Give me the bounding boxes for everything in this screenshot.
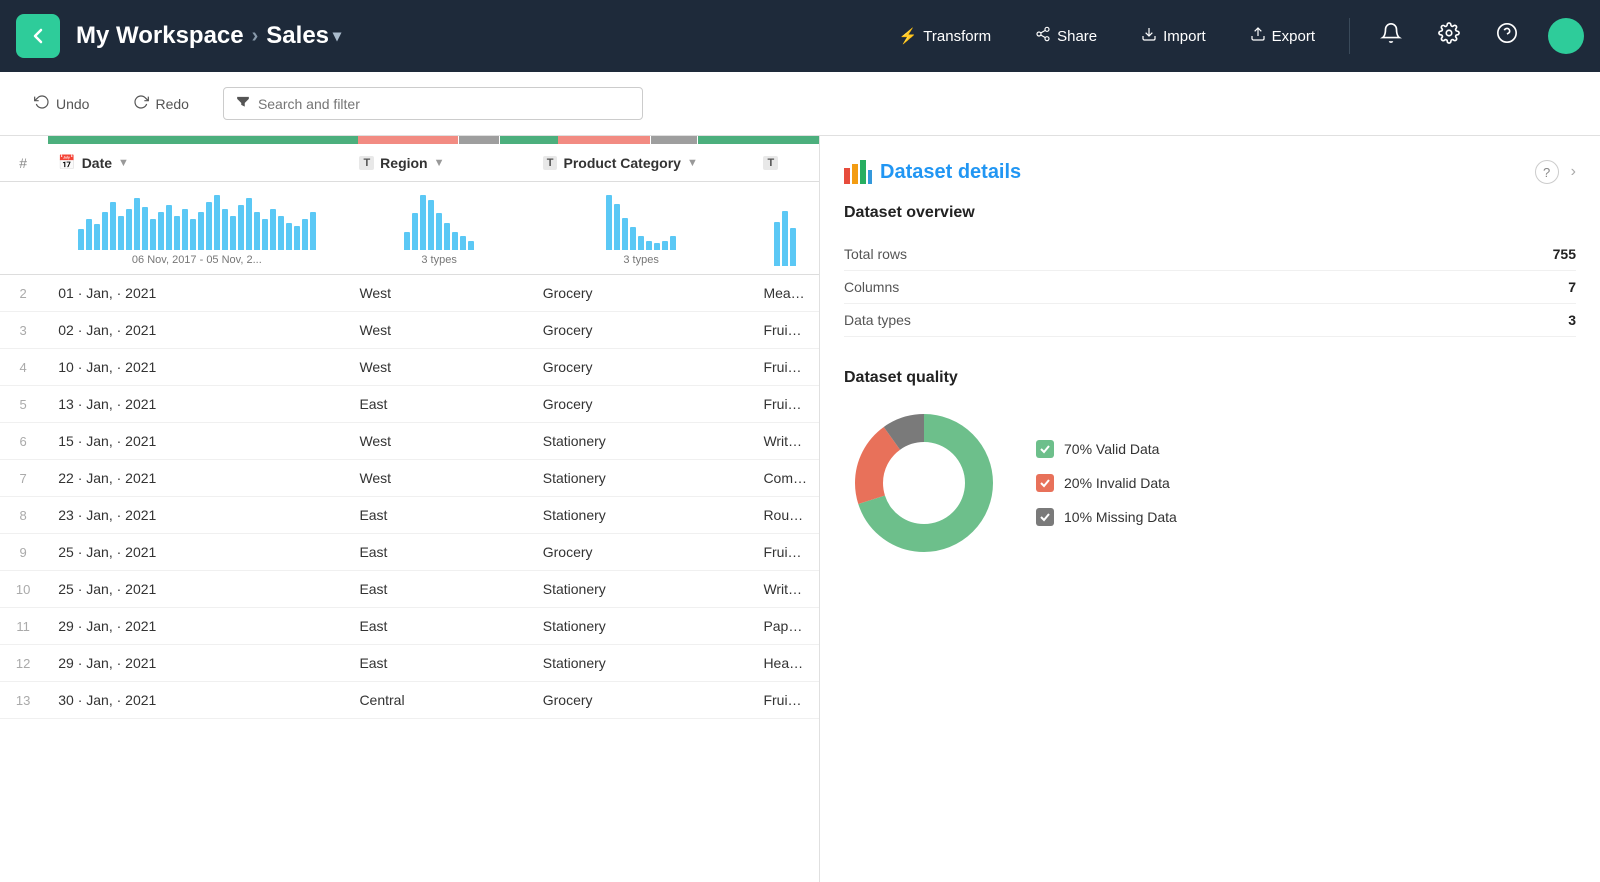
- toolbar: Undo Redo: [0, 72, 1600, 136]
- gear-icon[interactable]: [1432, 16, 1466, 56]
- undo-icon: [34, 94, 50, 113]
- legend-item-invalid: 20% Invalid Data: [1036, 474, 1177, 492]
- right-panel: Dataset details ? › Dataset overview Tot…: [820, 136, 1600, 882]
- col-header-date[interactable]: 📅 Date ▼: [46, 144, 347, 182]
- col-header-rownum: #: [0, 144, 46, 182]
- import-button[interactable]: Import: [1131, 20, 1216, 52]
- header-actions: ⚡ Transform Share Import Export: [889, 16, 1584, 56]
- data-table-area: # 📅 Date ▼ T Region ▼: [0, 136, 820, 882]
- transform-icon: ⚡: [899, 27, 918, 45]
- table-row: 13 30 · Jan, · 2021 Central Grocery Frui…: [0, 682, 819, 719]
- filter-icon: [236, 94, 250, 113]
- data-table: # 📅 Date ▼ T Region ▼: [0, 144, 819, 719]
- table-row: 9 25 · Jan, · 2021 East Grocery Frui…: [0, 534, 819, 571]
- dataset-label[interactable]: Sales ▾: [266, 22, 341, 50]
- sort-icon-region[interactable]: ▼: [434, 157, 445, 169]
- histogram-row: 06 Nov, 2017 - 05 Nov, 2... 3 types 3 ty…: [0, 182, 819, 275]
- overview-section-title: Dataset overview: [844, 204, 1576, 222]
- table-row: 12 29 · Jan, · 2021 East Stationery Hea…: [0, 645, 819, 682]
- overview-row: Data types 3: [844, 304, 1576, 337]
- donut-chart: [844, 403, 1004, 563]
- type-icon-region: T: [359, 156, 374, 170]
- undo-button[interactable]: Undo: [24, 88, 99, 119]
- legend-icon-invalid: [1036, 474, 1054, 492]
- table-row: 8 23 · Jan, · 2021 East Stationery Rou…: [0, 497, 819, 534]
- panel-header: Dataset details ? ›: [844, 160, 1576, 184]
- table-row: 4 10 · Jan, · 2021 West Grocery Frui…: [0, 349, 819, 386]
- quality-chart-area: 70% Valid Data 20% Invalid Data 10% Miss…: [844, 403, 1576, 563]
- bell-icon[interactable]: [1374, 16, 1408, 56]
- main-content: # 📅 Date ▼ T Region ▼: [0, 136, 1600, 882]
- dataset-details-icon: [844, 160, 872, 184]
- table-row: 3 02 · Jan, · 2021 West Grocery Frui…: [0, 312, 819, 349]
- col-header-region[interactable]: T Region ▼: [347, 144, 530, 182]
- quality-section: Dataset quality: [844, 369, 1576, 563]
- legend-item-valid: 70% Valid Data: [1036, 440, 1177, 458]
- search-box[interactable]: [223, 87, 643, 120]
- help-icon[interactable]: [1490, 16, 1524, 56]
- histogram-region: 3 types: [359, 190, 518, 266]
- panel-title: Dataset details: [844, 160, 1021, 184]
- histogram-col4: [763, 206, 807, 266]
- back-button[interactable]: [16, 14, 60, 58]
- sort-icon-date[interactable]: ▼: [118, 157, 129, 169]
- transform-button[interactable]: ⚡ Transform: [889, 21, 1001, 51]
- panel-expand-icon[interactable]: ›: [1571, 163, 1576, 181]
- app-header: My Workspace › Sales ▾ ⚡ Transform Share…: [0, 0, 1600, 72]
- type-icon-prodcat: T: [543, 156, 558, 170]
- search-input[interactable]: [258, 96, 630, 112]
- import-icon: [1141, 26, 1157, 46]
- legend-icon-missing: [1036, 508, 1054, 526]
- breadcrumb-separator: ›: [252, 25, 259, 48]
- legend-item-missing: 10% Missing Data: [1036, 508, 1177, 526]
- panel-help-icon[interactable]: ?: [1535, 160, 1559, 184]
- table-row: 11 29 · Jan, · 2021 East Stationery Pap…: [0, 608, 819, 645]
- share-button[interactable]: Share: [1025, 20, 1107, 52]
- table-row: 6 15 · Jan, · 2021 West Stationery Writ…: [0, 423, 819, 460]
- histogram-prodcat: 3 types: [543, 190, 740, 266]
- quality-section-title: Dataset quality: [844, 369, 1576, 387]
- table-row: 10 25 · Jan, · 2021 East Stationery Writ…: [0, 571, 819, 608]
- overview-row: Columns 7: [844, 271, 1576, 304]
- table-row: 2 01 · Jan, · 2021 West Grocery Mea…: [0, 275, 819, 312]
- col-header-product-category[interactable]: T Product Category ▼: [531, 144, 752, 182]
- redo-button[interactable]: Redo: [123, 88, 198, 119]
- redo-icon: [133, 94, 149, 113]
- quality-legend: 70% Valid Data 20% Invalid Data 10% Miss…: [1036, 440, 1177, 526]
- calendar-icon: 📅: [58, 154, 75, 171]
- sort-icon-prodcat[interactable]: ▼: [687, 157, 698, 169]
- legend-icon-valid: [1036, 440, 1054, 458]
- panel-header-icons: ? ›: [1535, 160, 1576, 184]
- overview-table: Total rows 755 Columns 7 Data types 3: [844, 238, 1576, 337]
- histogram-date: 06 Nov, 2017 - 05 Nov, 2...: [58, 190, 335, 266]
- avatar[interactable]: [1548, 18, 1584, 54]
- share-icon: [1035, 26, 1051, 46]
- header-divider: [1349, 18, 1350, 54]
- type-icon-col4: T: [763, 156, 778, 170]
- export-button[interactable]: Export: [1240, 20, 1325, 52]
- column-color-bars: [0, 136, 819, 144]
- table-row: 5 13 · Jan, · 2021 East Grocery Frui…: [0, 386, 819, 423]
- dataset-dropdown-icon[interactable]: ▾: [333, 26, 341, 46]
- workspace-label: My Workspace: [76, 22, 244, 50]
- table-row: 7 22 · Jan, · 2021 West Stationery Com…: [0, 460, 819, 497]
- col-header-col4[interactable]: T: [751, 144, 819, 182]
- breadcrumb: My Workspace › Sales ▾: [76, 22, 889, 50]
- export-icon: [1250, 26, 1266, 46]
- overview-row: Total rows 755: [844, 238, 1576, 271]
